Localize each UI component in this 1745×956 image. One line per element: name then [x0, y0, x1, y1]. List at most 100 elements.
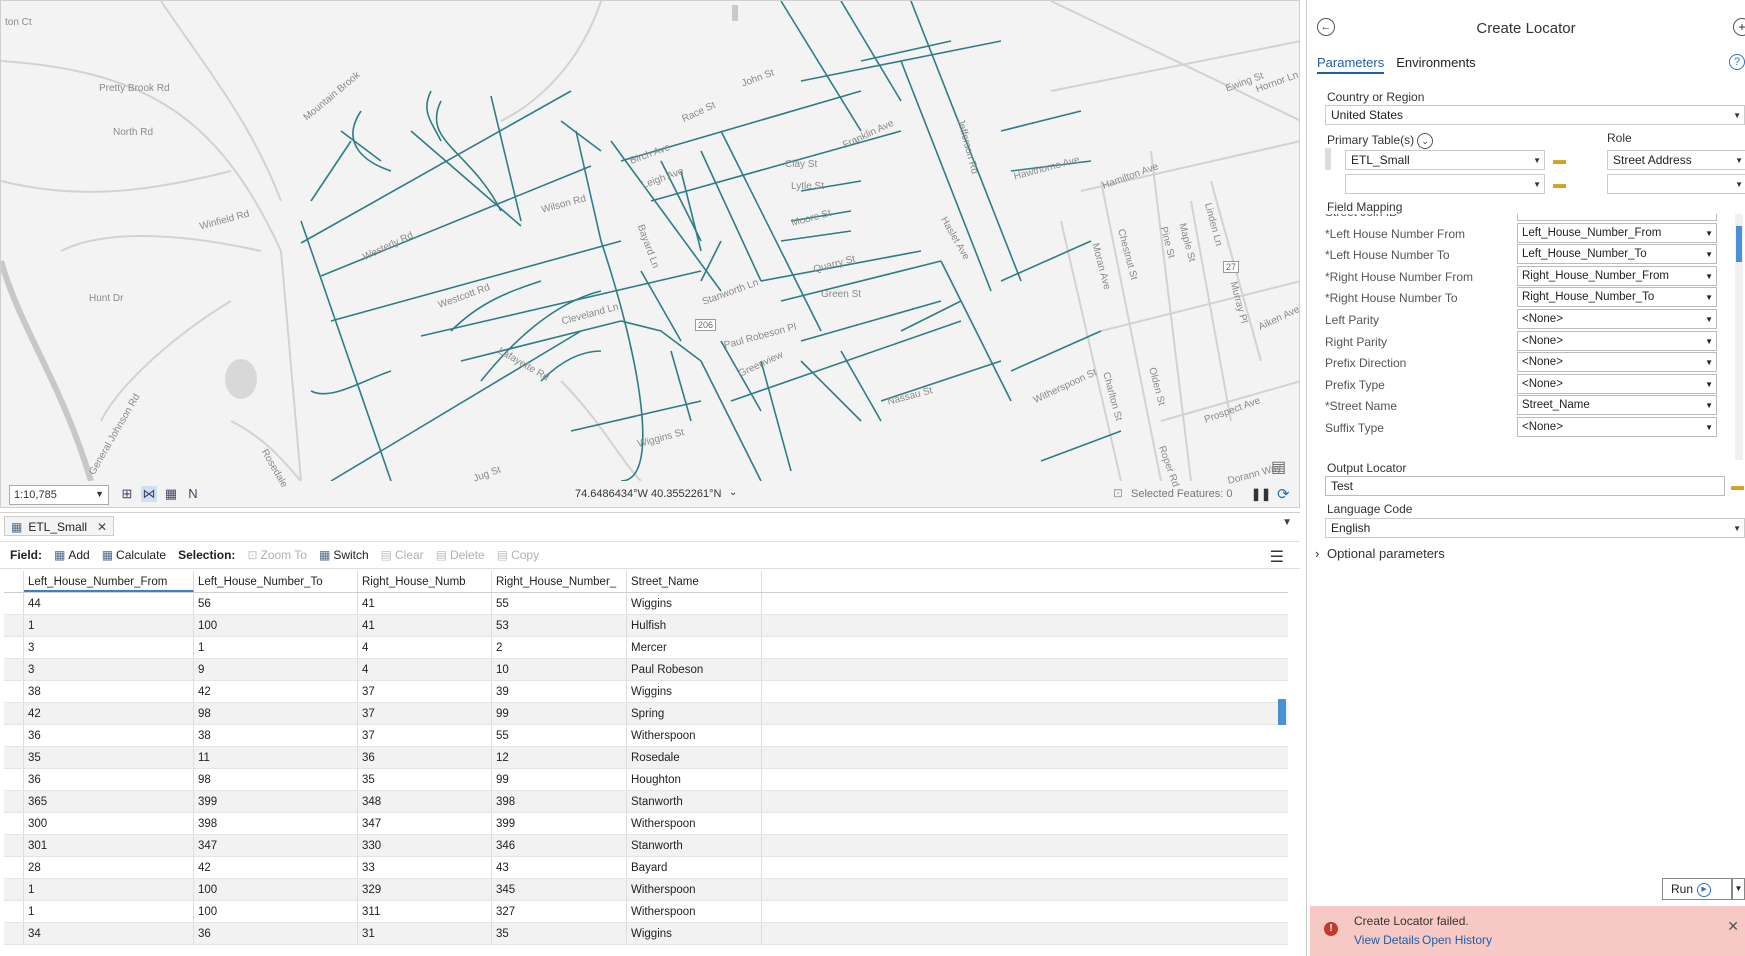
zoom-to-button[interactable]: ⊡ Zoom To [247, 548, 307, 562]
table-row[interactable]: 28 42 33 43 Bayard [4, 857, 1288, 879]
table-cell[interactable]: 9 [194, 659, 358, 680]
scrollbar-thumb[interactable] [1736, 226, 1742, 262]
switch-button[interactable]: ▦ Switch [319, 548, 369, 562]
table-cell[interactable]: 41 [358, 615, 492, 636]
row-selector[interactable] [4, 835, 24, 856]
table-cell[interactable]: 55 [492, 725, 627, 746]
column-header[interactable]: Right_House_Numb [358, 571, 492, 592]
table-cell[interactable]: 329 [358, 879, 492, 900]
table-cell[interactable]: 55 [492, 593, 627, 614]
table-cell[interactable]: 348 [358, 791, 492, 812]
table-cell[interactable]: Bayard [627, 857, 762, 878]
column-header[interactable]: Left_House_Number_To [194, 571, 358, 592]
field-select[interactable]: <None> ▼ [1517, 352, 1717, 373]
field-select[interactable]: <None> ▼ [1517, 417, 1717, 437]
table-cell[interactable]: 1 [24, 901, 194, 922]
table-row[interactable]: 1 100 41 53 Hulfish [4, 615, 1288, 637]
map-overview-icon[interactable]: ▤ [1271, 457, 1286, 477]
table-cell[interactable]: 42 [194, 681, 358, 702]
table-cell[interactable]: 4 [358, 637, 492, 658]
run-button[interactable]: Run ▶ [1662, 878, 1732, 900]
row-selector[interactable] [4, 857, 24, 878]
row-selector[interactable] [4, 813, 24, 834]
field-mapping-list[interactable]: Street Join ID<None>▼*Left House Number … [1317, 214, 1737, 460]
row-selector[interactable] [4, 681, 24, 702]
role-select[interactable]: Street Address ▼ [1607, 150, 1745, 170]
table-cell[interactable]: 301 [24, 835, 194, 856]
field-select[interactable]: Right_House_Number_From ▼ [1517, 265, 1717, 286]
table-cell[interactable]: 300 [24, 813, 194, 834]
field-select[interactable]: Left_House_Number_From ▼ [1517, 222, 1717, 243]
table-cell[interactable]: 34 [24, 923, 194, 944]
table-row[interactable]: 3 1 4 2 Mercer [4, 637, 1288, 659]
optional-parameters-toggle[interactable]: › Optional parameters [1315, 546, 1445, 561]
table-cell[interactable]: Witherspoon [627, 725, 762, 746]
table-cell[interactable]: 42 [194, 857, 358, 878]
table-cell[interactable]: 398 [194, 813, 358, 834]
close-icon[interactable]: ✕ [97, 520, 107, 534]
table-row[interactable]: 35 11 36 12 Rosedale [4, 747, 1288, 769]
field-select[interactable]: Right_House_Number_To ▼ [1517, 287, 1717, 308]
field-mapping-scrollbar[interactable] [1735, 214, 1743, 460]
table-cell[interactable]: 100 [194, 615, 358, 636]
table-cell[interactable]: 35 [492, 923, 627, 944]
row-selector[interactable] [4, 703, 24, 724]
table-cell[interactable]: Mercer [627, 637, 762, 658]
row-selector[interactable] [4, 769, 24, 790]
table-cell[interactable]: 330 [358, 835, 492, 856]
table-row[interactable]: 300 398 347 399 Witherspoon [4, 813, 1288, 835]
row-selector[interactable] [4, 615, 24, 636]
field-select[interactable]: <None> ▼ [1517, 214, 1717, 221]
language-select[interactable]: English ▼ [1325, 518, 1745, 538]
table-cell[interactable]: 99 [492, 703, 627, 724]
table-scrollbar[interactable] [1278, 593, 1288, 945]
row-handle[interactable] [1325, 148, 1331, 170]
view-details-link[interactable]: View Details [1354, 933, 1420, 947]
refresh-icon[interactable]: ⟳ [1277, 485, 1290, 503]
close-icon[interactable]: ✕ [1727, 918, 1739, 935]
table-cell[interactable]: 1 [24, 615, 194, 636]
snapping-icon[interactable]: ⋈ [141, 486, 157, 502]
table-cell[interactable]: 365 [24, 791, 194, 812]
table-row[interactable]: 3 9 4 10 Paul Robeson [4, 659, 1288, 681]
scale-selector[interactable]: 1:10,785 ▼ [9, 485, 109, 505]
table-cell[interactable]: 3 [24, 637, 194, 658]
row-selector[interactable] [4, 659, 24, 680]
table-cell[interactable]: 33 [358, 857, 492, 878]
table-cell[interactable]: 11 [194, 747, 358, 768]
table-cell[interactable]: Wiggins [627, 681, 762, 702]
menu-icon[interactable]: ☰ [1270, 547, 1284, 567]
row-selector[interactable] [4, 637, 24, 658]
field-select[interactable]: <None> ▼ [1517, 373, 1717, 394]
map-view[interactable]: ton Ct Pretty Brook Rd North Rd Mountain… [0, 0, 1300, 508]
table-cell[interactable]: 98 [194, 769, 358, 790]
row-selector[interactable] [4, 725, 24, 746]
chevron-down-icon[interactable]: ⌄ [1417, 133, 1434, 149]
table-cell[interactable]: 35 [24, 747, 194, 768]
chevron-down-icon[interactable]: ⌄ [729, 487, 737, 498]
add-icon[interactable]: + [1733, 18, 1745, 36]
row-selector[interactable] [4, 923, 24, 944]
column-header[interactable]: Right_House_Number_ [492, 571, 627, 592]
column-header[interactable]: Street_Name [627, 571, 762, 592]
table-cell[interactable]: 37 [358, 725, 492, 746]
table-cell[interactable]: 399 [492, 813, 627, 834]
table-cell[interactable]: Paul Robeson [627, 659, 762, 680]
table-tab[interactable]: ▦ ETL_Small ✕ [4, 516, 115, 536]
table-cell[interactable]: 42 [24, 703, 194, 724]
table-row[interactable]: 301 347 330 346 Stanworth [4, 835, 1288, 857]
grid-add-icon[interactable]: ⊞ [119, 486, 135, 502]
row-selector[interactable] [4, 747, 24, 768]
table-cell[interactable]: 39 [492, 681, 627, 702]
grid-icon[interactable]: ▦ [163, 486, 179, 502]
row-selector[interactable] [4, 791, 24, 812]
table-cell[interactable]: 41 [358, 593, 492, 614]
folder-icon[interactable]: ▬ [1553, 176, 1566, 191]
table-cell[interactable]: 3 [24, 659, 194, 680]
table-cell[interactable]: 37 [358, 681, 492, 702]
table-cell[interactable]: Hulfish [627, 615, 762, 636]
table-cell[interactable]: 43 [492, 857, 627, 878]
tab-parameters[interactable]: Parameters [1317, 55, 1385, 74]
table-cell[interactable]: 347 [358, 813, 492, 834]
table-row[interactable]: 1 100 329 345 Witherspoon [4, 879, 1288, 901]
